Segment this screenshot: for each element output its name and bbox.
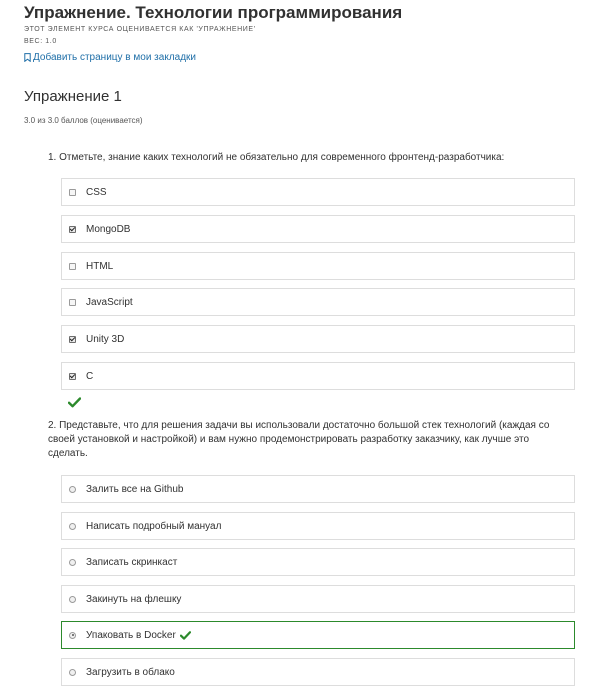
radio-button[interactable] — [69, 522, 76, 530]
option-label-wrap: Упаковать в Docker — [86, 630, 191, 641]
question-1-text: 1. Отметьте, знание каких технологий не … — [48, 152, 505, 163]
option-label: CSS — [86, 186, 107, 198]
checkbox-checked[interactable] — [69, 225, 76, 233]
question-2-text: 2. Представьте, что для решения задачи в… — [48, 420, 550, 459]
radio-button[interactable] — [69, 558, 76, 566]
option-label: Написать подробный мануал — [86, 520, 222, 532]
option-label: Упаковать в Docker — [86, 629, 176, 641]
page: Упражнение. Технологии программирования … — [0, 0, 597, 700]
radio-option[interactable]: Закинуть на флешку — [61, 585, 575, 613]
option-label: Закинуть на флешку — [86, 593, 182, 605]
weight-label: ВЕС: 1.0 — [24, 38, 57, 45]
radio-option-correct[interactable]: Упаковать в Docker — [61, 621, 575, 649]
option-label: Unity 3D — [86, 333, 125, 345]
radio-button[interactable] — [69, 485, 76, 493]
checkbox-option[interactable]: MongoDB — [61, 215, 575, 243]
bookmark-icon — [24, 53, 31, 62]
option-label: JavaScript — [86, 296, 133, 308]
checkbox-option[interactable]: Unity 3D — [61, 325, 575, 353]
correct-check-icon — [179, 630, 191, 640]
option-label: Записать скринкаст — [86, 556, 178, 568]
checkbox-option[interactable]: C — [61, 362, 575, 390]
option-label: Залить все на Github — [86, 483, 184, 495]
page-title: Упражнение. Технологии программирования — [24, 3, 403, 22]
checkbox-option[interactable]: CSS — [61, 178, 575, 206]
radio-option[interactable]: Залить все на Github — [61, 475, 575, 503]
checkbox[interactable] — [69, 262, 76, 270]
radio-button[interactable] — [69, 595, 76, 603]
radio-option[interactable]: Загрузить в облако — [61, 658, 575, 686]
option-label: Загрузить в облако — [86, 666, 175, 678]
checkbox-checked[interactable] — [69, 372, 76, 380]
bookmark-link[interactable]: Добавить страницу в мои закладки — [24, 52, 196, 63]
checkbox-option[interactable]: HTML — [61, 252, 575, 280]
checkbox[interactable] — [69, 298, 76, 306]
option-label: MongoDB — [86, 223, 131, 235]
radio-button-selected[interactable] — [69, 631, 76, 639]
checkbox-option[interactable]: JavaScript — [61, 288, 575, 316]
problem-title: Упражнение 1 — [24, 88, 122, 105]
checkbox-checked[interactable] — [69, 335, 76, 343]
problem-score: 3.0 из 3.0 баллов (оценивается) — [24, 116, 143, 125]
radio-button[interactable] — [69, 668, 76, 676]
correct-check-icon — [68, 397, 81, 408]
option-label: C — [86, 370, 94, 382]
grading-note: ЭТОТ ЭЛЕМЕНТ КУРСА ОЦЕНИВАЕТСЯ КАК 'УПРА… — [24, 26, 256, 33]
radio-option[interactable]: Записать скринкаст — [61, 548, 575, 576]
checkbox[interactable] — [69, 188, 76, 196]
option-label: HTML — [86, 260, 114, 272]
radio-option[interactable]: Написать подробный мануал — [61, 512, 575, 540]
bookmark-label: Добавить страницу в мои закладки — [33, 52, 197, 63]
